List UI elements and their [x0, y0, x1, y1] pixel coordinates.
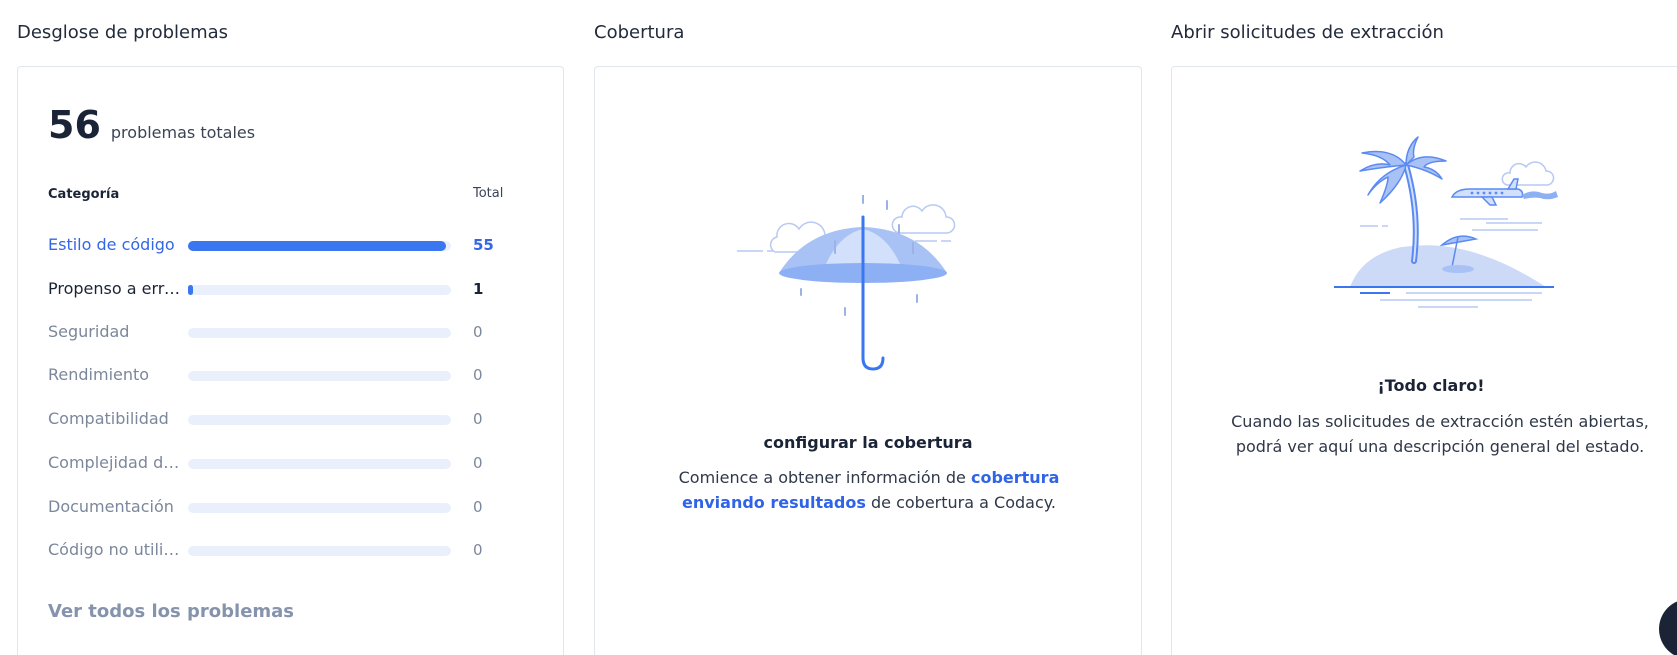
- category-label[interactable]: Código no utilizado: [48, 540, 180, 559]
- coverage-empty-title: configurar la cobertura: [763, 433, 973, 452]
- category-count: 0: [473, 323, 483, 341]
- category-count: 0: [473, 366, 483, 384]
- category-row-documentation[interactable]: Documentación 0: [48, 495, 528, 519]
- issues-total-count: 56: [48, 103, 101, 147]
- island-illustration: [1334, 136, 1558, 308]
- coverage-text-before: Comience a obtener información de: [678, 468, 971, 487]
- issues-total-row: 56 problemas totales: [48, 103, 255, 147]
- pull-requests-section-title: Abrir solicitudes de extracción: [1171, 22, 1444, 43]
- category-count: 0: [473, 498, 483, 516]
- category-bar-track: [188, 241, 451, 251]
- category-bar-track: [188, 328, 451, 338]
- coverage-section-title: Cobertura: [594, 22, 685, 43]
- category-count: 1: [473, 280, 484, 298]
- category-row-compatibility[interactable]: Compatibilidad 0: [48, 407, 528, 431]
- category-count: 55: [473, 236, 494, 254]
- category-row-performance[interactable]: Rendimiento 0: [48, 363, 528, 387]
- pull-requests-empty-title: ¡Todo claro!: [1377, 376, 1485, 395]
- category-bar-fill: [188, 241, 446, 251]
- issues-section-title: Desglose de problemas: [17, 22, 229, 43]
- category-label[interactable]: Seguridad: [48, 322, 180, 341]
- category-bar-track: [188, 546, 451, 556]
- see-all-issues-link[interactable]: Ver todos los problemas: [48, 601, 294, 622]
- category-label[interactable]: Compatibilidad: [48, 409, 180, 428]
- coverage-card: configurar la cobertura Comience a obten…: [594, 66, 1142, 655]
- category-row-security[interactable]: Seguridad 0: [48, 320, 528, 344]
- category-label[interactable]: Documentación: [48, 497, 180, 516]
- category-count: 0: [473, 454, 483, 472]
- category-label[interactable]: Complejidad del código: [48, 453, 180, 472]
- category-label[interactable]: Rendimiento: [48, 365, 180, 384]
- category-column-header: Categoría: [48, 187, 120, 202]
- pull-requests-empty-text: Cuando las solicitudes de extracción est…: [1231, 412, 1649, 456]
- category-bar-track: [188, 503, 451, 513]
- category-bar-fill: [188, 285, 194, 295]
- category-count: 0: [473, 541, 483, 559]
- coverage-text-after: de cobertura a Codacy.: [865, 493, 1057, 512]
- category-row-error-prone[interactable]: Propenso a errores 1: [48, 277, 528, 301]
- category-row-complexity[interactable]: Complejidad del código 0: [48, 451, 528, 475]
- umbrella-illustration: [737, 195, 956, 371]
- category-bar-track: [188, 285, 451, 295]
- total-column-header: Total: [473, 186, 504, 201]
- category-count: 0: [473, 410, 483, 428]
- pull-requests-card: ¡Todo claro! Cuando las solicitudes de e…: [1171, 66, 1677, 655]
- category-label[interactable]: Propenso a errores: [48, 279, 180, 298]
- category-row-unused-code[interactable]: Código no utilizado 0: [48, 538, 528, 562]
- category-bar-track: [188, 371, 451, 381]
- category-bar-track: [188, 415, 451, 425]
- category-bar-track: [188, 459, 451, 469]
- issues-breakdown-card: 56 problemas totales Categoría Total Est…: [17, 66, 564, 655]
- coverage-empty-text: Comience a obtener información de cobert…: [635, 465, 1103, 515]
- category-label[interactable]: Estilo de código: [48, 235, 180, 254]
- issues-total-label: problemas totales: [110, 123, 256, 142]
- category-row-code-style[interactable]: Estilo de código 55: [48, 233, 528, 257]
